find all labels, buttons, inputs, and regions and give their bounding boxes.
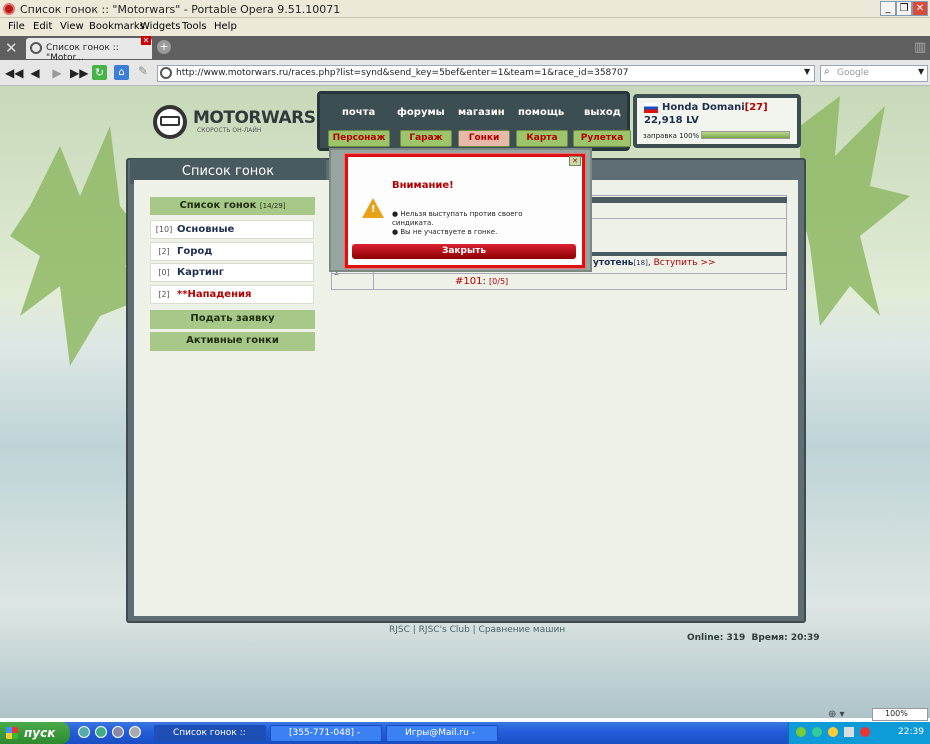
site-favicon-icon: [30, 42, 42, 54]
btn-garage[interactable]: Гараж: [400, 130, 452, 147]
user-car[interactable]: Honda Domani[27]: [662, 102, 768, 113]
tray-icon[interactable]: [828, 727, 838, 737]
site-tagline: СКОРОСТЬ ОН-ЛАЙН: [197, 127, 262, 134]
rewind-icon[interactable]: ◀◀: [5, 66, 23, 80]
race-join-row: утотень[18], Вступить >>: [593, 258, 716, 268]
address-field[interactable]: http://www.motorwars.ru/races.php?list=s…: [157, 65, 815, 82]
tray-icon[interactable]: [860, 727, 870, 737]
quicklaunch-icon[interactable]: [129, 726, 141, 738]
footer-status: Online: 319 Время: 20:39: [687, 633, 819, 643]
back-icon[interactable]: ◀: [27, 66, 43, 80]
dialog-close-icon[interactable]: ✕: [569, 156, 581, 166]
splash-right: [800, 96, 910, 326]
tray-icon[interactable]: [812, 727, 822, 737]
fuel-bar-fill: [702, 132, 789, 138]
dialog-title: Внимание!: [392, 180, 454, 191]
clock: 22:39: [898, 727, 924, 737]
warning-icon-mark: !: [371, 204, 376, 215]
btn-character[interactable]: Персонаж: [328, 130, 390, 147]
restore-button[interactable]: ❐: [896, 1, 912, 16]
trash-icon[interactable]: ▥: [914, 40, 926, 55]
btn-map[interactable]: Карта: [516, 130, 568, 147]
menu-view[interactable]: View: [60, 21, 84, 32]
nav-mail[interactable]: почта: [342, 107, 375, 118]
opera-icon: [3, 3, 15, 15]
race-id[interactable]: #101: [0/5]: [455, 276, 508, 287]
address-url: http://www.motorwars.ru/races.php?list=s…: [176, 68, 629, 78]
nav-logout[interactable]: выход: [584, 107, 621, 118]
dialog-close-button[interactable]: Закрыть: [352, 244, 576, 259]
menu-tools[interactable]: Tools: [182, 21, 207, 32]
logo-mark-icon: [160, 116, 180, 126]
task-icq[interactable]: [355-771-048] - Окн...: [270, 725, 382, 742]
site-favicon-icon: [160, 67, 172, 79]
sidebar-item-attacks[interactable]: [2] **Нападения: [150, 285, 314, 304]
search-placeholder: Google: [837, 68, 869, 78]
menu-widgets[interactable]: Widgets: [140, 21, 180, 32]
sidebar-header[interactable]: Список гонок [14/29]: [150, 197, 315, 215]
edit-icon[interactable]: ✎: [138, 64, 148, 78]
menu-bar: File Edit View Bookmarks Widgets Tools H…: [0, 18, 930, 36]
tray-icon[interactable]: [844, 727, 854, 737]
nav-shop[interactable]: магазин: [458, 107, 505, 118]
footer-links[interactable]: RJSC | RJSC's Club | Сравнение машин: [389, 625, 565, 635]
btn-races[interactable]: Гонки: [458, 130, 510, 147]
quicklaunch-icon[interactable]: [78, 726, 90, 738]
reload-icon[interactable]: ↻: [92, 65, 107, 80]
dialog-message: ● Нельзя выступать против своего синдика…: [392, 210, 523, 227]
home-icon[interactable]: ⌂: [114, 65, 129, 80]
search-field[interactable]: Google: [820, 65, 928, 82]
menu-help[interactable]: Help: [214, 21, 237, 32]
apply-button[interactable]: Подать заявку: [150, 310, 315, 329]
new-tab-icon[interactable]: +: [157, 40, 171, 54]
online-count: Online: 319: [687, 633, 746, 643]
active-races-button[interactable]: Активные гонки: [150, 332, 315, 351]
menu-bookmarks[interactable]: Bookmarks: [89, 21, 145, 32]
minimize-button[interactable]: _: [880, 1, 896, 16]
fuel-bar: [701, 131, 790, 139]
tab-races[interactable]: Список гонок :: "Motor...: [26, 38, 152, 63]
search-icon: ⌕: [824, 66, 830, 77]
search-dropdown-icon[interactable]: ▼: [918, 67, 924, 76]
tools-icon[interactable]: ✕: [5, 39, 18, 57]
forward-icon[interactable]: ▶: [49, 66, 65, 80]
sidebar-item-main[interactable]: [10] Основные: [150, 220, 314, 239]
window-title: Список гонок :: "Motorwars" - Portable O…: [20, 3, 341, 16]
menu-file[interactable]: File: [8, 21, 25, 32]
quicklaunch-icon[interactable]: [95, 726, 107, 738]
nav-help[interactable]: помощь: [518, 107, 564, 118]
close-window-button[interactable]: ✕: [912, 1, 928, 16]
server-time: Время: 20:39: [751, 633, 820, 643]
sidebar-item-city[interactable]: [2] Город: [150, 242, 314, 261]
address-dropdown-icon[interactable]: ▼: [804, 67, 810, 76]
fuel-label: заправка 100%: [643, 132, 700, 140]
task-mailru[interactable]: Игры@Mail.ru - Wind...: [386, 725, 498, 742]
task-opera[interactable]: Список гонок :: "Mot...: [154, 725, 266, 742]
fast-forward-icon[interactable]: ▶▶: [70, 66, 88, 80]
quicklaunch-icon[interactable]: [112, 726, 124, 738]
btn-roulette[interactable]: Рулетка: [573, 130, 631, 147]
windows-logo-icon: [6, 727, 18, 739]
nav-forums[interactable]: форумы: [397, 107, 445, 118]
zoom-icon[interactable]: ⊕ ▾: [828, 709, 845, 720]
user-money: 22,918 LV: [644, 115, 699, 126]
tray-icon[interactable]: [796, 727, 806, 737]
flag-icon: [644, 103, 658, 113]
table-divider: [331, 273, 787, 274]
dialog-messages: ● Нельзя выступать против своего синдика…: [392, 210, 542, 237]
close-tab-icon[interactable]: ✕: [141, 36, 151, 45]
dialog-message: ● Вы не участвуете в гонке.: [392, 228, 498, 236]
zoom-field[interactable]: 100%: [872, 708, 928, 721]
join-link[interactable]: Вступить >>: [654, 258, 716, 268]
sidebar-item-karting[interactable]: [0] Картинг: [150, 263, 314, 282]
menu-edit[interactable]: Edit: [33, 21, 52, 32]
